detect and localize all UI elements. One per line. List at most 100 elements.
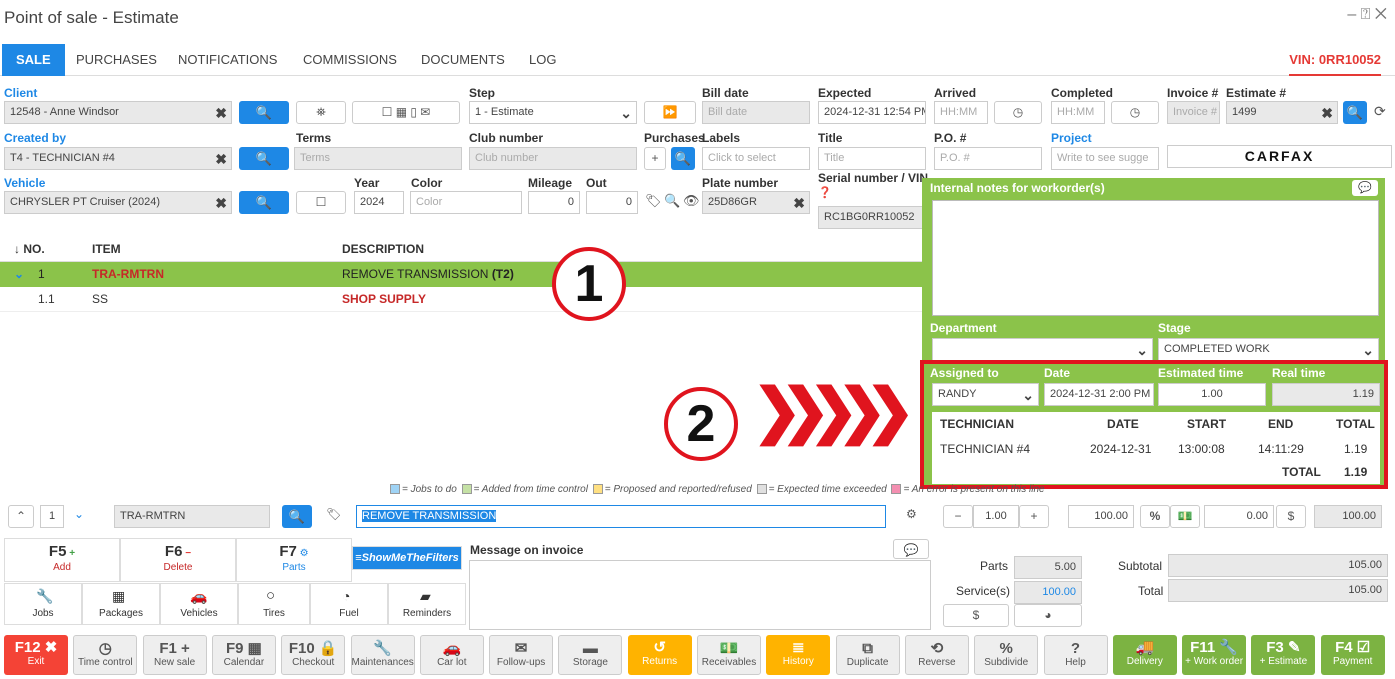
chevron-down-icon[interactable]: ⌄ [74,507,84,521]
purchases-search-button[interactable]: 🔍 [671,147,695,170]
payment-button[interactable]: F4 ☑ Payment [1320,635,1385,675]
client-actions-group[interactable]: ☐ ▦ ▯ ✉ [352,101,460,124]
clock-icon[interactable]: ◷ [994,101,1042,124]
arrived-input[interactable]: HH:MM [934,101,988,124]
pie-icon[interactable]: ◕ [1014,604,1082,627]
add-button[interactable]: F5 + Add [4,538,120,582]
search-icon[interactable]: 🔍 [664,193,680,209]
mileage-input[interactable]: 0 [528,191,580,214]
quantity-input[interactable]: 1.00 [973,505,1019,528]
labels-select[interactable]: Click to select [702,147,810,170]
table-row[interactable]: ⌄ 1 TRA-RMTRN REMOVE TRANSMISSION (T2) [0,262,925,287]
cash-icon[interactable]: 💵 [1170,505,1200,528]
comment-icon[interactable]: 💬 [1352,180,1378,196]
terms-input[interactable]: Terms [294,147,462,170]
chevron-down-icon[interactable]: ⌄ [14,262,24,287]
vehicle-label[interactable]: Vehicle [4,176,45,190]
delete-button[interactable]: F6 − Delete [120,538,236,582]
window-controls[interactable]: – ⍰ ✕ [1347,6,1387,24]
percent-button[interactable]: % [1140,505,1170,528]
club-number-input[interactable]: Club number [469,147,637,170]
line-number[interactable]: 1 [40,505,64,528]
clock-icon[interactable]: ◷ [1111,101,1159,124]
price-input[interactable]: 100.00 [1068,505,1134,528]
checkout-button[interactable]: F10 🔒 Checkout [281,635,346,675]
client-label[interactable]: Client [4,86,37,100]
vehicle-search-button[interactable]: 🔍 [239,191,289,214]
created-by-input[interactable]: T4 - TECHNICIAN #4 ✖ [4,147,232,170]
po-input[interactable]: P.O. # [934,147,1042,170]
receivables-button[interactable]: 💵 Receivables [697,635,761,675]
project-input[interactable]: Write to see sugge [1051,147,1159,170]
vehicle-note-button[interactable]: ☐ [296,191,346,214]
new-sale-button[interactable]: F1 + New sale [142,635,207,675]
parts-button[interactable]: F7 ⚙ Parts [236,538,352,582]
car-lot-button[interactable]: 🚗 Car lot [419,635,484,675]
minus-button[interactable]: − [943,505,973,528]
duplicate-button[interactable]: ⧉ Duplicate [835,635,900,675]
step-select[interactable]: 1 - Estimate ⌄ [469,101,637,124]
comment-icon[interactable]: 💬 [893,539,929,559]
calendar-button[interactable]: F9 ▦ Calendar [211,635,276,675]
follow-ups-button[interactable]: ✉ Follow-ups [489,635,554,675]
tab-sale[interactable]: SALE [2,44,65,76]
delivery-button[interactable]: 🚚 Delivery [1112,635,1177,675]
estimate-input[interactable]: 1499 ✖ [1226,101,1338,124]
carfax-logo[interactable]: CARFAX [1167,145,1392,168]
description-input[interactable]: REMOVE TRANSMISSION [356,505,886,528]
time-control-button[interactable]: ◷ Time control [73,635,138,675]
refresh-icon[interactable]: ⟳ [1374,103,1386,120]
tab-log[interactable]: LOG [529,44,556,76]
estimate-search-button[interactable]: 🔍 [1343,101,1367,124]
filters-button[interactable]: ≡ShowMeTheFilters [352,546,462,570]
dollar-button[interactable]: $ [1276,505,1306,528]
tab-commissions[interactable]: COMMISSIONS [303,44,397,76]
invoice-input[interactable]: Invoice # [1167,101,1220,124]
help-button[interactable]: ? Help [1043,635,1108,675]
help-icon[interactable]: ❓ [818,186,832,199]
client-input[interactable]: 12548 - Anne Windsor ✖ [4,101,232,124]
subdivide-button[interactable]: % Subdivide [974,635,1039,675]
gear-icon[interactable]: ⚙ [906,507,917,521]
col-no[interactable]: ↓ NO. [14,237,45,262]
message-textarea[interactable] [469,560,931,630]
next-step-button[interactable]: ⏩ [644,101,696,124]
expected-input[interactable]: 2024-12-31 12:54 PM [818,101,926,124]
services-value[interactable]: 100.00 [1014,581,1082,604]
color-input[interactable]: Color [410,191,522,214]
completed-input[interactable]: HH:MM [1051,101,1105,124]
tab-notifications[interactable]: NOTIFICATIONS [178,44,277,76]
title-input[interactable]: Title [818,147,926,170]
vehicle-input[interactable]: CHRYSLER PT Cruiser (2024) ✖ [4,191,232,214]
clear-icon[interactable]: ✖ [215,103,227,123]
discount-input[interactable]: 0.00 [1204,505,1274,528]
project-label[interactable]: Project [1051,131,1092,145]
created-by-search-button[interactable]: 🔍 [239,147,289,170]
plate-input[interactable]: 25D86GR ✖ [702,191,810,214]
serial-input[interactable]: RC1BG0RR10052 [818,206,926,229]
department-select[interactable]: ⌄ [932,338,1153,361]
table-row[interactable]: 1.1 SS SHOP SUPPLY [0,287,925,312]
maintenances-button[interactable]: 🔧 Maintenances [350,635,415,675]
out-input[interactable]: 0 [586,191,638,214]
reverse-button[interactable]: ⟲ Reverse [904,635,969,675]
tag-icon[interactable]: 🏷 [645,193,662,209]
chevron-up-icon[interactable]: ⌃ [8,505,34,528]
bill-date-input[interactable]: Bill date [702,101,810,124]
tab-documents[interactable]: DOCUMENTS [421,44,505,76]
storage-button[interactable]: ▬ Storage [558,635,623,675]
stage-select[interactable]: COMPLETED WORK ⌄ [1158,338,1379,361]
plus-icon[interactable]: + [644,147,666,170]
exit-button[interactable]: F12 ✖ Exit [4,635,68,675]
history-button[interactable]: ≣ History [766,635,831,675]
tag-icon[interactable]: 🏷 [326,507,341,521]
binoculars-button[interactable]: ⛯ [296,101,346,124]
tab-purchases[interactable]: PURCHASES [76,44,157,76]
returns-button[interactable]: ↺ Returns [627,635,692,675]
plus-button[interactable]: + [1019,505,1049,528]
notes-textarea[interactable] [932,200,1379,316]
eye-icon[interactable]: 👁 [683,193,700,209]
item-code-input[interactable]: TRA-RMTRN [114,505,270,528]
work-order-button[interactable]: F11 🔧 + Work order [1182,635,1247,675]
item-search-button[interactable]: 🔍 [282,505,312,528]
